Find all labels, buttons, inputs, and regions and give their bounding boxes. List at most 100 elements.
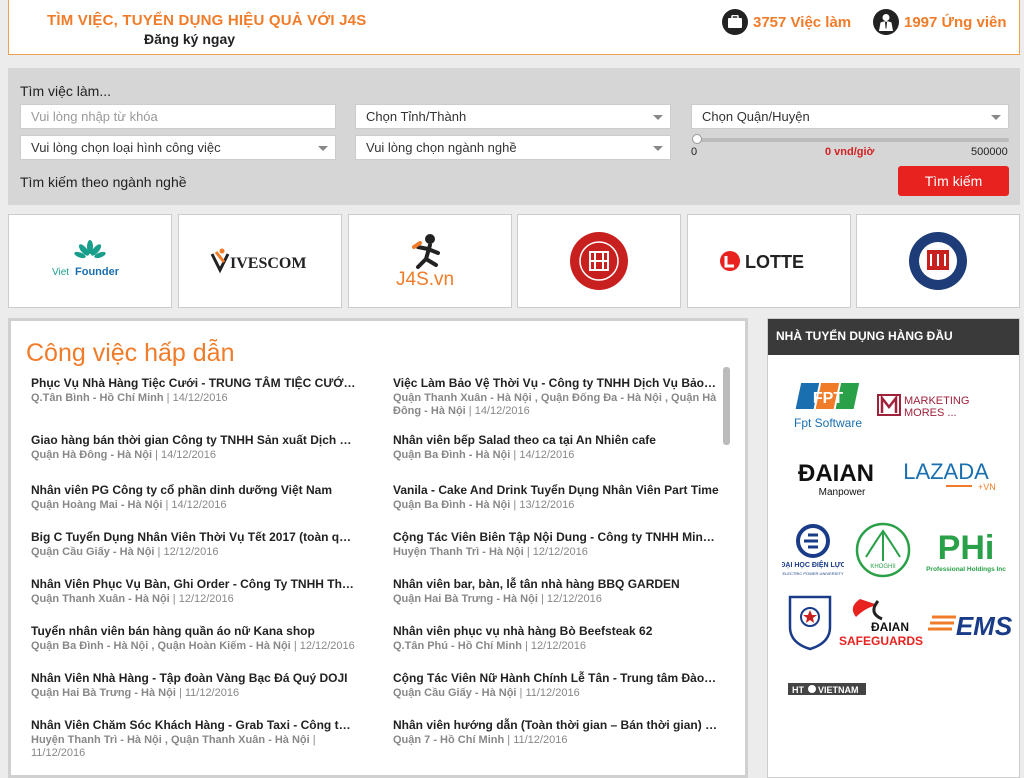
district-select[interactable]: Chọn Quận/Huyện xyxy=(691,104,1009,129)
candidates-count[interactable]: 1997 Ứng viên xyxy=(873,9,1007,35)
salary-slider-handle[interactable] xyxy=(692,134,702,144)
job-title[interactable]: Big C Tuyển Dụng Nhân Viên Thời Vụ Tết 2… xyxy=(31,530,357,544)
job-title[interactable]: Nhân viên PG Công ty cổ phần dinh dưỡng … xyxy=(31,483,357,497)
industry-select[interactable]: Vui lòng chọn ngành nghề xyxy=(355,135,671,160)
job-item[interactable]: Cộng Tác Viên Biên Tập Nội Dung - Công t… xyxy=(393,530,719,559)
partner-lotte[interactable]: LOTTE xyxy=(687,214,851,308)
job-meta: Quận Hoàng Mai - Hà Nội | 14/12/2016 xyxy=(31,499,357,512)
job-date: | 11/12/2016 xyxy=(178,687,240,699)
employer-electric-power-university[interactable]: ĐẠI HỌC ĐIỆN LỰC ELECTRIC POWER UNIVERSI… xyxy=(782,521,844,579)
dhdl-logo: ĐẠI HỌC ĐIỆN LỰC ELECTRIC POWER UNIVERSI… xyxy=(782,524,844,576)
job-item[interactable]: Giao hàng bán thời gian Công ty TNHH Sản… xyxy=(31,433,357,462)
job-item[interactable]: Việc Làm Bảo Vệ Thời Vụ - Công ty TNHH D… xyxy=(393,376,719,418)
fpt-logo: FPT Fpt Software xyxy=(794,383,862,430)
signup-link[interactable]: Đăng ký ngay xyxy=(144,31,235,47)
job-type-select[interactable]: Vui lòng chọn loại hình công việc xyxy=(20,135,336,160)
htv-text-a: HT xyxy=(792,685,804,695)
jobs-count-label: 3757 Việc làm xyxy=(753,13,852,31)
partner-ftu[interactable] xyxy=(517,214,681,308)
job-location: Quận Ba Đình - Hà Nội , Quận Hoàn Kiếm -… xyxy=(31,640,291,652)
job-item[interactable]: Nhân Viên Phục Vụ Bàn, Ghi Order - Công … xyxy=(31,577,357,606)
mm-text-a: MARKETING xyxy=(904,395,969,407)
employer-khoghii[interactable]: KHOGHII xyxy=(852,521,914,579)
employer-lazada[interactable]: LAZADA +VN xyxy=(896,455,996,497)
partner-vivescom[interactable]: IVESCOM xyxy=(178,214,342,308)
job-location: Quận Ba Đình - Hà Nội xyxy=(393,499,511,511)
employer-daian-manpower[interactable]: ĐAIAN Manpower xyxy=(786,453,886,499)
job-item[interactable]: Nhân Viên Chăm Sóc Khách Hàng - Grab Tax… xyxy=(31,718,357,760)
vietfounder-text-b: Founder xyxy=(75,266,120,278)
job-location: Huyện Thanh Trì - Hà Nội , Quận Thanh Xu… xyxy=(31,734,310,746)
job-title[interactable]: Cộng Tác Viên Biên Tập Nội Dung - Công t… xyxy=(393,530,719,544)
job-location: Quận Hoàng Mai - Hà Nội xyxy=(31,499,163,511)
job-title[interactable]: Nhân viên phục vụ nhà hàng Bò Beefsteak … xyxy=(393,624,719,638)
job-item[interactable]: Nhân viên bếp Salad theo ca tại An Nhiên… xyxy=(393,433,719,462)
employer-daian-safeguards[interactable]: ĐAIAN SAFEGUARDS xyxy=(838,593,924,651)
employer-fpt[interactable]: FPT Fpt Software xyxy=(788,379,868,435)
job-date: | 12/12/2016 xyxy=(172,593,234,605)
job-item[interactable]: Nhân viên PG Công ty cổ phần dinh dưỡng … xyxy=(31,483,357,512)
chevron-down-icon xyxy=(653,146,663,151)
search-button[interactable]: Tìm kiếm xyxy=(898,166,1009,196)
job-item[interactable]: Nhân viên bar, bàn, lễ tân nhà hàng BBQ … xyxy=(393,577,719,606)
job-title[interactable]: Giao hàng bán thời gian Công ty TNHH Sản… xyxy=(31,433,357,447)
job-item[interactable]: Nhân viên hướng dẫn (Toàn thời gian – Bá… xyxy=(393,718,719,747)
partner-logos: Viet Founder IVESCOM J4S.vn LOTTE xyxy=(8,214,1020,308)
job-item[interactable]: Cộng Tác Viên Nữ Hành Chính Lễ Tân - Tru… xyxy=(393,671,719,700)
employer-ems[interactable]: EMS xyxy=(928,609,1012,641)
province-select[interactable]: Chọn Tỉnh/Thành xyxy=(355,104,671,129)
job-date: | 11/12/2016 xyxy=(507,734,568,746)
job-item[interactable]: Nhân viên phục vụ nhà hàng Bò Beefsteak … xyxy=(393,624,719,653)
job-date: | 14/12/2016 xyxy=(468,405,530,417)
briefcase-icon xyxy=(722,9,748,35)
partner-j4s[interactable]: J4S.vn xyxy=(348,214,512,308)
job-title[interactable]: Tuyển nhân viên bán hàng quần áo nữ Kana… xyxy=(31,624,357,638)
job-location: Quận Hà Đông - Hà Nội xyxy=(31,449,152,461)
job-title[interactable]: Nhân viên bar, bàn, lễ tân nhà hàng BBQ … xyxy=(393,577,719,591)
jobs-count[interactable]: 3757 Việc làm xyxy=(722,9,851,35)
khoghii-logo: KHOGHII xyxy=(855,522,911,578)
job-item[interactable]: Phục Vụ Nhà Hàng Tiệc Cưới - TRUNG TÂM T… xyxy=(31,376,357,405)
job-location: Quận Hai Bà Trưng - Hà Nội xyxy=(31,687,176,699)
job-title[interactable]: Nhân Viên Nhà Hàng - Tập đoàn Vàng Bạc Đ… xyxy=(31,671,357,685)
job-location: Quận 7 - Hồ Chí Minh xyxy=(393,734,505,746)
featured-jobs-panel: Công việc hấp dẫn Phục Vụ Nhà Hàng Tiệc … xyxy=(8,318,748,778)
vietfounder-logo: Viet Founder xyxy=(52,240,120,278)
lazada-sub: +VN xyxy=(978,482,996,492)
employer-marketing-mores[interactable]: MARKETING MORES ... xyxy=(876,385,976,425)
job-meta: Quận Cầu Giấy - Hà Nội | 11/12/2016 xyxy=(393,687,719,700)
job-title[interactable]: Việc Làm Bảo Vệ Thời Vụ - Công ty TNHH D… xyxy=(393,376,719,390)
employer-police-academy[interactable] xyxy=(786,593,834,651)
keyword-input[interactable]: Vui lòng nhập từ khóa xyxy=(20,104,336,129)
job-item[interactable]: Tuyển nhân viên bán hàng quần áo nữ Kana… xyxy=(31,624,357,653)
safeguards-text-b: SAFEGUARDS xyxy=(839,634,923,648)
job-meta: Quận Hà Đông - Hà Nội | 14/12/2016 xyxy=(31,449,357,462)
job-title[interactable]: Nhân Viên Chăm Sóc Khách Hàng - Grab Tax… xyxy=(31,718,357,732)
daian-manpower-logo: ĐAIAN Manpower xyxy=(798,460,874,498)
job-item[interactable]: Nhân Viên Nhà Hàng - Tập đoàn Vàng Bạc Đ… xyxy=(31,671,357,700)
phi-text: PHi xyxy=(938,529,995,567)
employer-ht-vietnam[interactable]: HT VIETNAM xyxy=(788,679,866,703)
job-meta: Quận Ba Đình - Hà Nội , Quận Hoàn Kiếm -… xyxy=(31,640,357,653)
job-item[interactable]: Vanila - Cake And Drink Tuyển Dụng Nhân … xyxy=(393,483,719,512)
partner-university[interactable] xyxy=(856,214,1020,308)
phi-sub: Professional Holdings Inc xyxy=(926,566,1006,573)
salary-slider[interactable] xyxy=(695,138,1009,142)
employer-phi[interactable]: PHi Professional Holdings Inc xyxy=(920,525,1012,575)
search-panel: Tìm việc làm... Vui lòng nhập từ khóa Ch… xyxy=(8,68,1020,205)
job-date: | 12/12/2016 xyxy=(540,593,602,605)
job-item[interactable]: Big C Tuyển Dụng Nhân Viên Thời Vụ Tết 2… xyxy=(31,530,357,559)
mm-text-b: MORES ... xyxy=(904,407,957,419)
search-by-industry-link[interactable]: Tìm kiếm theo ngành nghề xyxy=(20,174,187,190)
partner-vietfounder[interactable]: Viet Founder xyxy=(8,214,172,308)
job-title[interactable]: Vanila - Cake And Drink Tuyển Dụng Nhân … xyxy=(393,483,719,497)
job-date: | 12/12/2016 xyxy=(157,546,219,558)
ems-logo: EMS xyxy=(928,611,1012,641)
job-title[interactable]: Phục Vụ Nhà Hàng Tiệc Cưới - TRUNG TÂM T… xyxy=(31,376,357,390)
job-title[interactable]: Nhân Viên Phục Vụ Bàn, Ghi Order - Công … xyxy=(31,577,357,591)
job-location: Huyện Thanh Trì - Hà Nội xyxy=(393,546,524,558)
job-title[interactable]: Cộng Tác Viên Nữ Hành Chính Lễ Tân - Tru… xyxy=(393,671,719,685)
scrollbar[interactable] xyxy=(723,367,730,445)
job-title[interactable]: Nhân viên bếp Salad theo ca tại An Nhiên… xyxy=(393,433,719,447)
job-title[interactable]: Nhân viên hướng dẫn (Toàn thời gian – Bá… xyxy=(393,718,719,732)
